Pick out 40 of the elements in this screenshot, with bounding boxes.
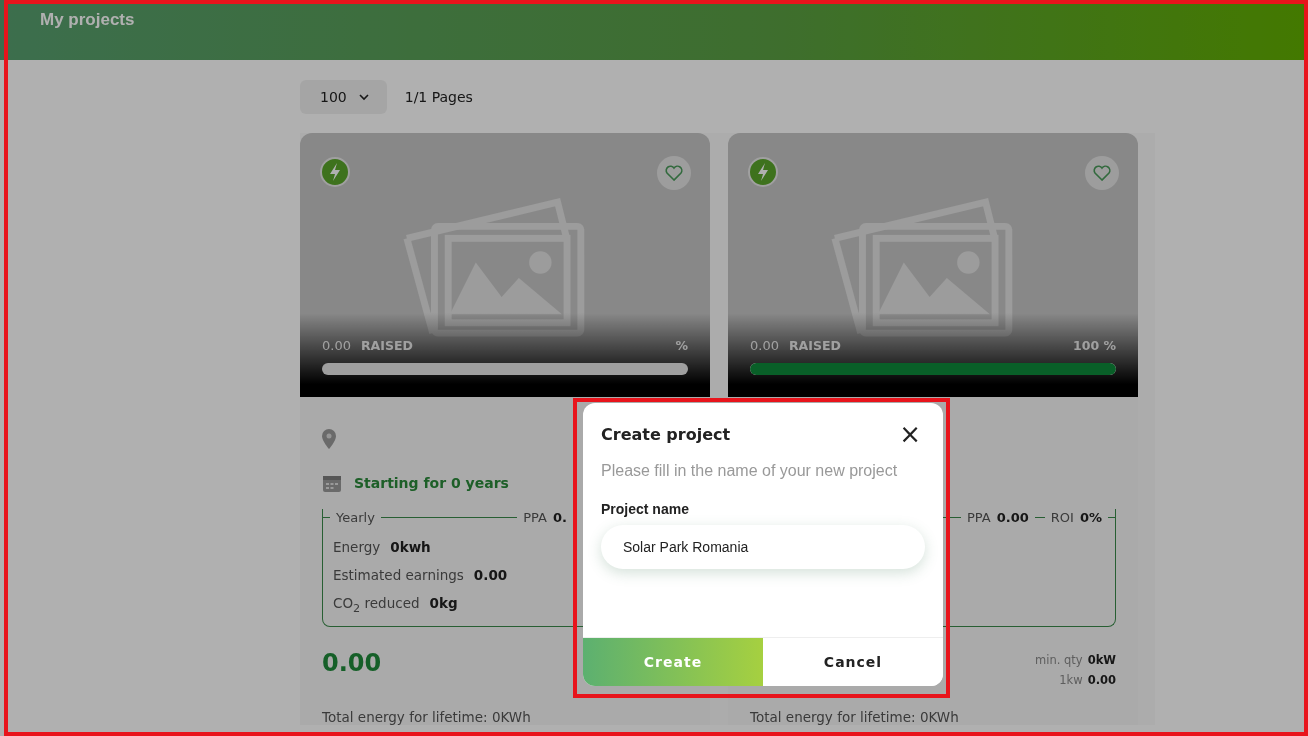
ppa-label: PPA	[523, 509, 547, 525]
price-amount: 0.00	[322, 649, 382, 677]
stat-value: 0.00	[473, 567, 508, 583]
roi-label: ROI	[1050, 509, 1074, 525]
close-button[interactable]: ×	[895, 421, 925, 447]
ppa-value: 0.00	[996, 509, 1029, 525]
duration-text: Starting for 0 years	[354, 475, 509, 491]
min-qty-value: 0kW	[1087, 653, 1116, 667]
dialog-description: Please fill in the name of your new project	[601, 461, 899, 481]
ppa-value: 0.	[553, 509, 567, 525]
dialog-title: Create project	[601, 424, 731, 444]
lightning-bolt-icon	[320, 157, 350, 187]
field-label: Project name	[601, 501, 690, 517]
lifetime-energy-text: Total energy for lifetime: 0KWh	[750, 709, 960, 725]
page-count: 1/1 Pages	[404, 89, 473, 105]
stat-label: Energy	[333, 539, 381, 555]
roi-value: 0%	[1079, 509, 1102, 525]
location-pin-icon	[322, 429, 336, 449]
unit-price-value: 0.00	[1087, 673, 1116, 687]
min-qty-label: min. qty	[1035, 653, 1083, 667]
lifetime-energy-text: Total energy for lifetime: 0KWh	[322, 709, 532, 725]
ppa-label: PPA	[967, 509, 991, 525]
yearly-label: Yearly	[336, 509, 375, 525]
stat-value: 0kwh	[390, 539, 431, 555]
page-title: My projects	[40, 9, 135, 30]
project-name-field[interactable]: Solar Park Romania	[601, 525, 925, 569]
stat-label: CO$_{2}$ reduced	[333, 595, 420, 615]
stat-label: Estimated earnings	[333, 567, 464, 583]
raised-amount: 0.00	[322, 338, 351, 353]
raised-amount: 0.00	[750, 338, 779, 353]
funded-percent: 100 %	[1073, 338, 1116, 353]
calendar-icon	[322, 473, 342, 493]
page-size-dropdown[interactable]: 100	[300, 80, 387, 114]
chevron-down-icon	[358, 93, 369, 101]
raised-label: RAISED	[360, 338, 413, 353]
stat-value: 0kg	[429, 595, 458, 613]
funded-percent: %	[675, 338, 688, 353]
raised-label: RAISED	[788, 338, 841, 353]
unit-price-label: 1kw	[1059, 673, 1083, 687]
lightning-bolt-icon	[748, 157, 778, 187]
